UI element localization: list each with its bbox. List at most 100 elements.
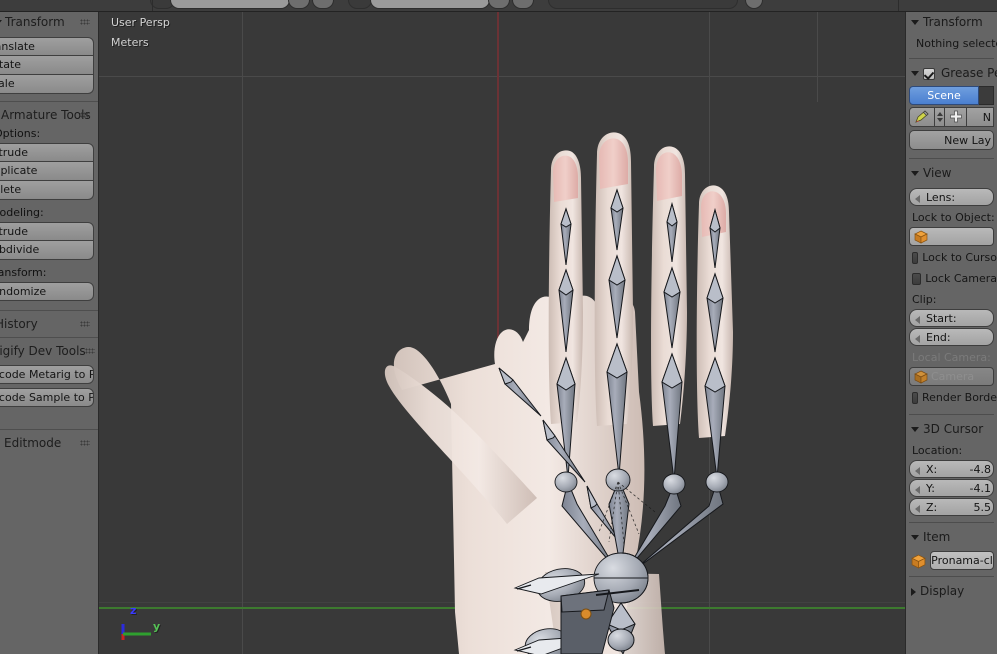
tab-scene[interactable]: Scene xyxy=(909,86,979,105)
transform-button-group: Translate Rotate Scale xyxy=(0,37,94,94)
rotate-button[interactable]: Rotate xyxy=(0,56,94,75)
panel-grip-icon xyxy=(80,440,90,446)
blender-window: Transform Translate Rotate Scale Armatur… xyxy=(0,0,997,654)
decrement-arrow-icon[interactable] xyxy=(915,505,920,513)
translate-button[interactable]: Translate xyxy=(0,37,94,56)
cursor-z-field[interactable]: Z: 5.5 xyxy=(909,498,994,516)
extrude-modeling-button[interactable]: Extrude xyxy=(0,222,94,241)
panel-header-transform-right[interactable]: Transform xyxy=(906,12,997,33)
left-tool-shelf: Transform Translate Rotate Scale Armatur… xyxy=(0,12,99,654)
local-camera-label: Local Camera: xyxy=(912,351,991,364)
panel-title: Display xyxy=(920,584,965,598)
clip-end-field[interactable]: End: xyxy=(909,328,994,346)
panel-grip-icon xyxy=(80,112,90,118)
cursor-y-field[interactable]: Y: -4.1 xyxy=(909,479,994,497)
subdivide-button[interactable]: Subdivide xyxy=(0,241,94,260)
spinner-icon-svg xyxy=(936,112,943,122)
duplicate-button[interactable]: Duplicate xyxy=(0,162,94,181)
decrement-arrow-icon[interactable] xyxy=(915,486,920,494)
grease-pencil-tab-row: Scene xyxy=(909,86,994,105)
lens-field[interactable]: Lens: xyxy=(909,188,994,206)
spinner-arrows-icon[interactable] xyxy=(935,107,945,127)
panel-header-editmode[interactable]: Editmode xyxy=(0,433,98,453)
item-name-field[interactable]: Pronama-cl xyxy=(930,551,994,570)
panel-grip-icon xyxy=(85,348,95,354)
panel-header-grease-pencil[interactable]: Grease Pe xyxy=(906,63,997,84)
chevron-down-icon xyxy=(911,71,919,76)
rigify-buttons-group: Encode Metarig to P... xyxy=(0,365,94,384)
cursor-x-field[interactable]: X: -4.8 xyxy=(909,460,994,478)
panel-header-transform[interactable]: Transform xyxy=(0,12,98,32)
panel-title: Transform xyxy=(923,15,983,29)
lock-to-cursor-checkbox[interactable] xyxy=(912,251,919,264)
encode-sample-button[interactable]: Encode Sample to P... xyxy=(0,388,94,407)
local-camera-field[interactable]: Camera xyxy=(909,367,994,386)
render-border-checkbox[interactable] xyxy=(912,391,918,404)
hand-mesh-svg xyxy=(384,132,733,654)
chevron-down-icon xyxy=(0,20,2,25)
pencil-icon-svg xyxy=(915,110,929,123)
clip-label: Clip: xyxy=(912,293,937,306)
decrement-arrow-icon[interactable] xyxy=(915,316,920,324)
clip-start-field[interactable]: Start: xyxy=(909,309,994,327)
header-widget-8[interactable] xyxy=(512,0,534,9)
shelf-separator-2 xyxy=(0,310,98,311)
panel-header-rigify-dev-tools[interactable]: Rigify Dev Tools xyxy=(0,341,98,361)
cursor-x-value: -4.8 xyxy=(969,462,991,476)
header-widget-5[interactable] xyxy=(348,0,372,9)
panel-separator-1 xyxy=(909,58,994,59)
randomize-button[interactable]: Randomize xyxy=(0,282,94,301)
header-widget-3[interactable] xyxy=(288,0,310,9)
plus-icon-svg xyxy=(949,110,962,123)
axis-gizmo: z y xyxy=(115,604,175,646)
decrement-arrow-icon[interactable] xyxy=(915,195,920,203)
delete-button[interactable]: Delete xyxy=(0,181,94,200)
scale-button[interactable]: Scale xyxy=(0,75,94,94)
panel-header-view[interactable]: View xyxy=(906,163,997,184)
lens-label: Lens: xyxy=(926,190,956,204)
header-widget-9[interactable] xyxy=(548,0,738,9)
extrude-button[interactable]: Extrude xyxy=(0,143,94,162)
new-layer-button[interactable]: New Lay xyxy=(909,130,994,150)
grease-pencil-tool-row: N xyxy=(909,107,994,127)
modeling-group: Extrude Subdivide xyxy=(0,222,94,260)
item-cube-icon xyxy=(911,554,926,569)
panel-header-item[interactable]: Item xyxy=(906,527,997,548)
panel-grip-icon xyxy=(80,19,90,25)
panel-title: Rigify Dev Tools xyxy=(0,344,86,358)
3d-viewport[interactable]: User Persp Meters z y xyxy=(99,12,905,654)
header-widget-4[interactable] xyxy=(312,0,334,9)
lock-object-field[interactable] xyxy=(909,227,994,246)
cursor-z-value: 5.5 xyxy=(973,500,992,514)
shelf-separator-4 xyxy=(0,429,98,430)
lock-camera-row[interactable]: Lock Camera xyxy=(906,268,997,289)
add-layer-icon[interactable] xyxy=(945,107,967,127)
header-widget-7[interactable] xyxy=(488,0,510,9)
hand-model-armature[interactable] xyxy=(99,12,905,654)
item-name-row: Pronama-cl xyxy=(909,551,994,570)
panel-header-armature-tools[interactable]: Armature Tools xyxy=(0,105,98,125)
tab-object[interactable] xyxy=(979,86,994,105)
header-divider-2 xyxy=(898,0,899,11)
cube-icon-svg xyxy=(911,554,926,569)
panel-header-display[interactable]: Display xyxy=(906,581,997,602)
grease-pencil-checkbox[interactable] xyxy=(923,67,935,80)
pencil-icon[interactable] xyxy=(909,107,935,127)
lock-to-cursor-row[interactable]: Lock to Curso xyxy=(906,247,997,268)
clip-start-label: Start: xyxy=(926,311,957,325)
decrement-arrow-icon[interactable] xyxy=(915,467,920,475)
layer-name-field[interactable]: N xyxy=(967,107,994,127)
lock-camera-checkbox[interactable] xyxy=(912,272,922,285)
render-border-row[interactable]: Render Borde xyxy=(906,387,997,408)
header-widget-6[interactable] xyxy=(370,0,490,9)
header-widget-10[interactable] xyxy=(745,0,763,9)
panel-title: Transform xyxy=(5,15,65,29)
panel-title: Editmode xyxy=(4,436,62,450)
panel-header-history[interactable]: History xyxy=(0,314,98,334)
decrement-arrow-icon[interactable] xyxy=(915,335,920,343)
panel-header-3d-cursor[interactable]: 3D Cursor xyxy=(906,419,997,440)
header-widget-2[interactable] xyxy=(170,0,290,9)
encode-metarig-button[interactable]: Encode Metarig to P... xyxy=(0,365,94,384)
panel-separator-3 xyxy=(909,414,994,415)
properties-n-panel: Transform Nothing selected Grease Pe Sce… xyxy=(905,12,997,654)
